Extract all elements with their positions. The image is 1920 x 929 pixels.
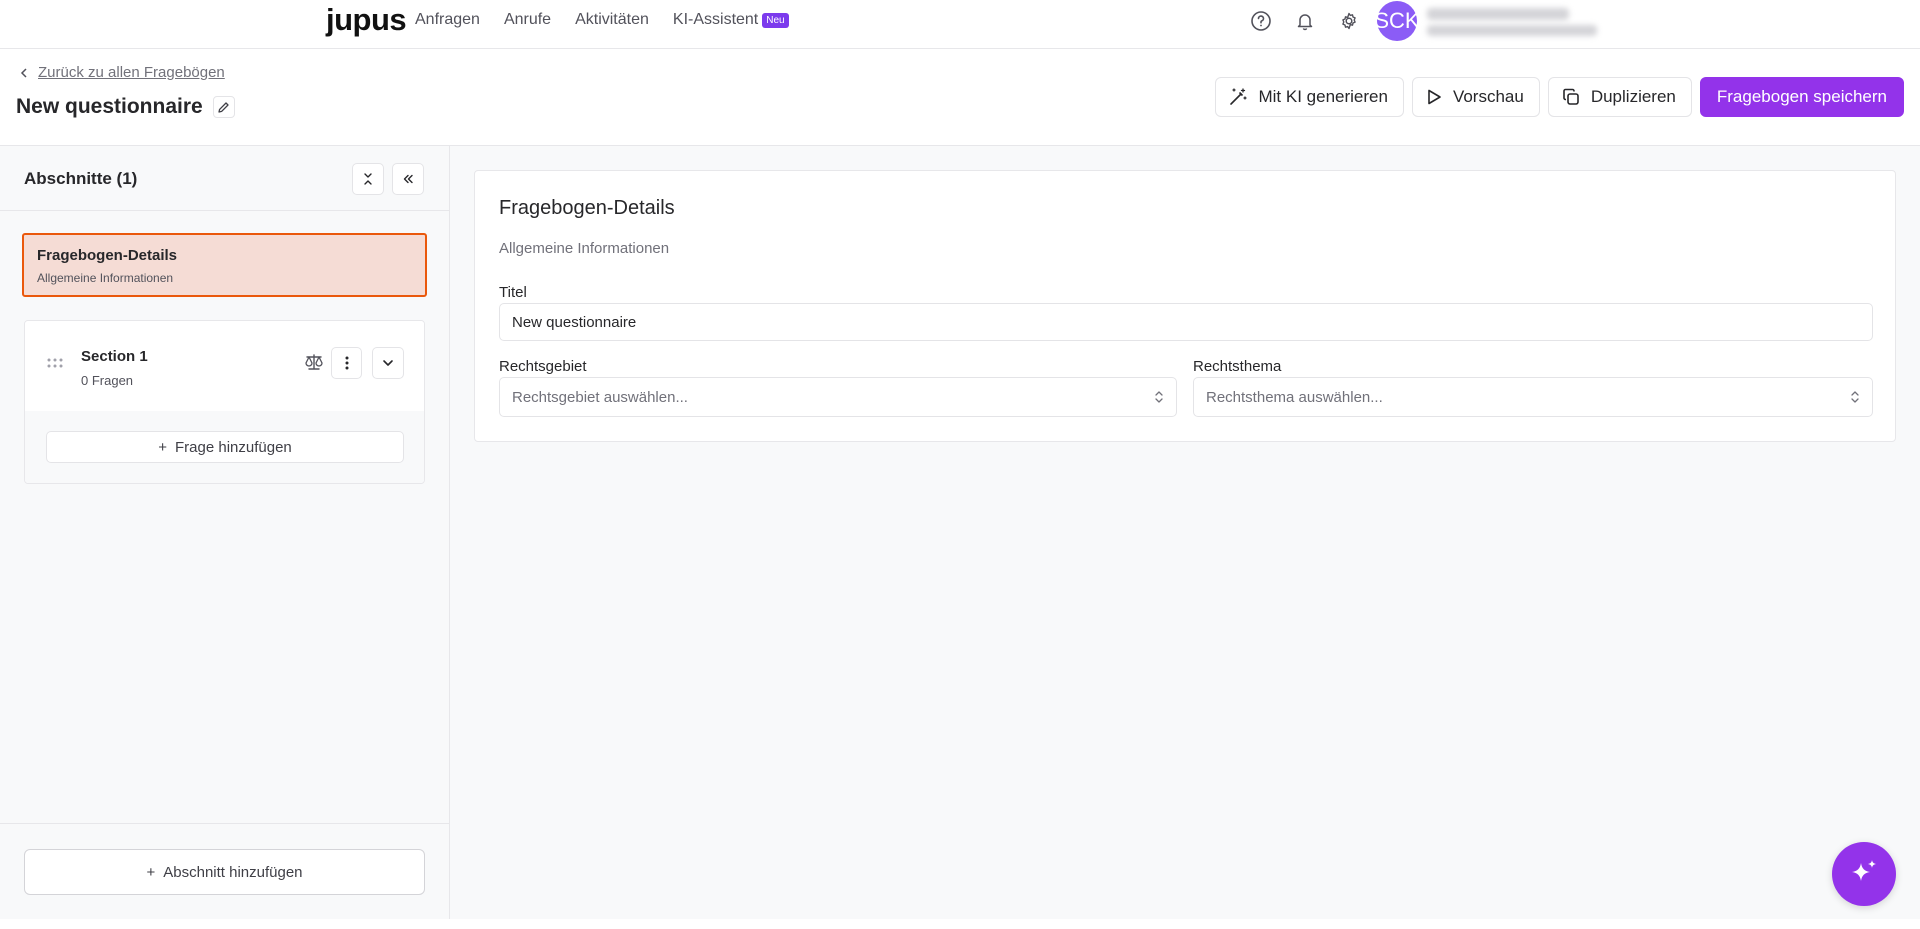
nav-link-label: Anrufe	[503, 11, 552, 28]
ai-assistant-fab[interactable]	[1832, 842, 1896, 906]
sections-sidebar: Abschnitte (1) Fragebogen-Details Allgem…	[0, 146, 450, 919]
top-nav: jupus Anfragen Anrufe Aktivitäten KI-Ass…	[0, 0, 1920, 49]
chevrons-collapse-icon	[364, 173, 372, 185]
pencil-icon	[218, 101, 229, 113]
title-input-value: New questionnaire	[512, 313, 637, 331]
magic-wand-icon	[1230, 88, 1248, 105]
duplicate-label: Duplizieren	[1590, 87, 1676, 106]
scale-icon[interactable]	[304, 353, 324, 371]
avatar[interactable]: SCK	[1374, 1, 1420, 41]
section-question-count: 0 Fragen	[81, 373, 134, 388]
topic-select-placeholder: Rechtsthema auswählen...	[1206, 388, 1383, 406]
nav-link-anrufe[interactable]: Anrufe	[504, 11, 551, 29]
chevron-left-icon	[20, 67, 27, 78]
add-section-button[interactable]: + Abschnitt hinzufügen	[24, 849, 425, 895]
ai-generate-button[interactable]: Mit KI generieren	[1215, 77, 1404, 117]
duplicate-button[interactable]: Duplizieren	[1547, 77, 1692, 117]
bottom-strip	[0, 919, 1920, 929]
back-link-label: Zurück zu allen Fragebögen	[38, 64, 225, 81]
topic-label: Rechtsthema	[1193, 358, 1282, 375]
save-button[interactable]: Fragebogen speichern	[1699, 77, 1904, 117]
chevron-up-down-icon	[1155, 391, 1163, 403]
add-question-button[interactable]: + Frage hinzufügen	[46, 431, 404, 463]
section-title: Section 1	[81, 348, 148, 365]
copy-icon	[1563, 88, 1579, 105]
panel-title: Fragebogen-Details	[499, 197, 675, 219]
sidebar-title: Abschnitte (1)	[24, 169, 138, 188]
nav-link-label: Aktivitäten	[575, 11, 649, 28]
preview-label: Vorschau	[1452, 87, 1524, 106]
area-select[interactable]: Rechtsgebiet auswählen...	[499, 377, 1177, 417]
chevrons-left-icon	[403, 174, 413, 184]
details-panel: Fragebogen-Details Allgemeine Informatio…	[474, 170, 1896, 442]
user-name-redacted	[1427, 8, 1569, 20]
nav-link-aktivitaeten[interactable]: Aktivitäten	[575, 11, 649, 29]
edit-title-button[interactable]	[212, 96, 235, 118]
drag-handle-icon[interactable]	[47, 358, 63, 368]
page-header: Zurück zu allen Fragebögen New questionn…	[0, 49, 1920, 146]
nav-links: Anfragen Anrufe Aktivitäten KI-Assistent…	[415, 11, 789, 29]
add-question-label: Frage hinzufügen	[175, 438, 292, 456]
more-vertical-icon	[345, 356, 348, 370]
chevron-up-down-icon	[1851, 391, 1859, 403]
header-actions: Mit KI generieren Vorschau Duplizieren F…	[1215, 77, 1904, 117]
page-title: New questionnaire	[16, 95, 203, 118]
collapse-sidebar-button[interactable]	[392, 163, 424, 195]
gear-icon[interactable]	[1338, 10, 1360, 32]
nav-link-label: Anfragen	[415, 11, 480, 28]
nav-link-ki-assistent[interactable]: KI-Assistent Neu	[673, 11, 789, 29]
sidebar-header: Abschnitte (1)	[0, 146, 449, 211]
play-icon	[1428, 89, 1441, 105]
area-label: Rechtsgebiet	[499, 358, 587, 375]
new-badge: Neu	[762, 12, 789, 28]
plus-icon: +	[146, 863, 156, 881]
plus-icon: +	[158, 438, 167, 456]
bell-icon[interactable]	[1294, 10, 1316, 32]
add-section-label: Abschnitt hinzufügen	[163, 863, 303, 881]
help-icon[interactable]	[1250, 10, 1272, 32]
area-select-placeholder: Rechtsgebiet auswählen...	[512, 388, 688, 406]
title-row: New questionnaire	[16, 95, 235, 119]
title-input[interactable]: New questionnaire	[499, 303, 1873, 341]
details-card[interactable]: Fragebogen-Details Allgemeine Informatio…	[22, 233, 427, 297]
sparkle-icon	[1852, 860, 1876, 881]
ai-generate-label: Mit KI generieren	[1258, 87, 1388, 106]
section-expand-button[interactable]	[372, 347, 404, 379]
collapse-all-button[interactable]	[352, 163, 384, 195]
panel-subtitle: Allgemeine Informationen	[499, 240, 670, 257]
preview-button[interactable]: Vorschau	[1411, 77, 1540, 117]
section-menu-button[interactable]	[331, 347, 362, 379]
back-link[interactable]: Zurück zu allen Fragebögen	[20, 64, 225, 81]
chevron-down-icon	[383, 360, 393, 366]
sidebar-footer: + Abschnitt hinzufügen	[0, 823, 449, 919]
topic-select[interactable]: Rechtsthema auswählen...	[1193, 377, 1873, 417]
nav-link-anfragen[interactable]: Anfragen	[415, 11, 480, 29]
details-card-title: Fragebogen-Details	[37, 247, 178, 264]
section-card: Section 1 0 Fragen + Frage hinzufügen	[24, 320, 425, 484]
details-card-subtitle: Allgemeine Informationen	[37, 271, 174, 285]
section-card-header[interactable]: Section 1 0 Fragen	[25, 321, 424, 411]
nav-link-label: KI-Assistent	[672, 11, 759, 28]
jupus-logo[interactable]: jupus	[326, 2, 407, 38]
title-label: Titel	[499, 284, 527, 301]
section-card-body: + Frage hinzufügen	[25, 411, 424, 483]
save-label: Fragebogen speichern	[1716, 87, 1887, 106]
main-content: Fragebogen-Details Allgemeine Informatio…	[450, 146, 1920, 919]
user-email-redacted	[1427, 25, 1597, 36]
